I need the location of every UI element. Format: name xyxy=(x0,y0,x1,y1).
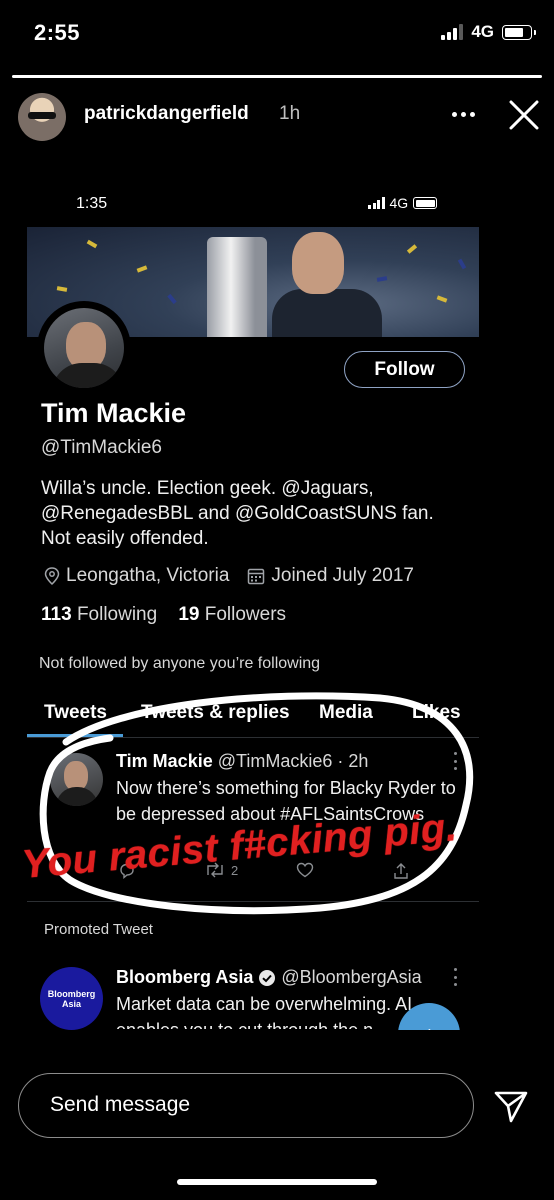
follow-counts: 113 Following 19 Followers xyxy=(41,604,286,626)
tweet-handle-time: @TimMackie6 · 2h xyxy=(217,751,369,771)
tab-tweets[interactable]: Tweets xyxy=(44,702,107,724)
promoted-handle: @BloombergAsia xyxy=(281,967,422,987)
promoted-author-name: Bloomberg Asia xyxy=(116,967,254,987)
tab-tweets-replies[interactable]: Tweets & replies xyxy=(141,702,290,724)
battery-icon xyxy=(502,24,536,40)
profile-joined: Joined July 2017 xyxy=(271,565,414,586)
story-avatar[interactable] xyxy=(18,93,66,141)
battery-icon xyxy=(413,197,438,209)
verified-badge-icon xyxy=(259,969,276,986)
like-icon[interactable] xyxy=(296,862,314,878)
divider xyxy=(27,901,479,902)
promoted-avatar[interactable]: Bloomberg Asia xyxy=(40,967,103,1030)
share-icon[interactable] xyxy=(392,862,410,880)
profile-handle: @TimMackie6 xyxy=(41,437,162,458)
tab-media[interactable]: Media xyxy=(319,702,373,724)
close-icon[interactable] xyxy=(508,99,540,131)
status-indicators: 4G xyxy=(441,22,536,42)
send-message-placeholder: Send message xyxy=(50,1093,191,1116)
calendar-icon xyxy=(248,568,265,585)
followers-link[interactable]: 19 Followers xyxy=(178,604,286,625)
story-time-ago: 1h xyxy=(279,103,301,124)
signal-icon xyxy=(441,24,464,40)
divider xyxy=(27,737,479,738)
screenshot-edge xyxy=(0,1030,554,1070)
promoted-label: Promoted Tweet xyxy=(44,921,153,938)
tweet-header: Tim Mackie @TimMackie6 · 2h xyxy=(116,751,368,772)
avatar-text-line: Bloomberg xyxy=(47,988,96,999)
promoted-header: Bloomberg Asia @BloombergAsia xyxy=(116,967,422,988)
screenshot-network-label: 4G xyxy=(389,195,409,211)
profile-name: Tim Mackie xyxy=(41,398,187,428)
tab-likes[interactable]: Likes xyxy=(412,702,461,724)
signal-icon xyxy=(368,197,385,209)
story-progress-fill xyxy=(12,75,542,78)
paper-plane-icon[interactable] xyxy=(492,1087,530,1125)
not-followed-note: Not followed by anyone you’re following xyxy=(39,655,321,672)
avatar-text-line: Asia xyxy=(61,998,81,1009)
profile-meta: Leongatha, Victoria Joined July 2017 xyxy=(44,565,414,587)
tweet-more-icon[interactable] xyxy=(454,752,460,770)
tweet-author-name: Tim Mackie xyxy=(116,751,213,771)
screenshot-status-indicators: 4G xyxy=(368,195,438,211)
promoted-more-icon[interactable] xyxy=(454,968,460,986)
home-indicator xyxy=(177,1179,377,1185)
ellipsis-icon[interactable] xyxy=(452,104,480,124)
status-time: 2:55 xyxy=(34,20,81,45)
profile-location: Leongatha, Victoria xyxy=(66,565,230,586)
location-pin-icon xyxy=(44,567,60,585)
story-progress-bar xyxy=(12,75,542,78)
story-username[interactable]: patrickdangerfield xyxy=(84,103,249,125)
network-label: 4G xyxy=(471,22,494,41)
follow-button[interactable]: Follow xyxy=(344,351,465,388)
screenshot-status-time: 1:35 xyxy=(76,195,108,212)
tweet-avatar[interactable] xyxy=(50,753,103,806)
following-link[interactable]: 113 Following xyxy=(41,604,157,625)
profile-bio: Willa’s uncle. Election geek. @Jaguars, … xyxy=(41,478,434,549)
profile-avatar[interactable] xyxy=(37,301,131,395)
